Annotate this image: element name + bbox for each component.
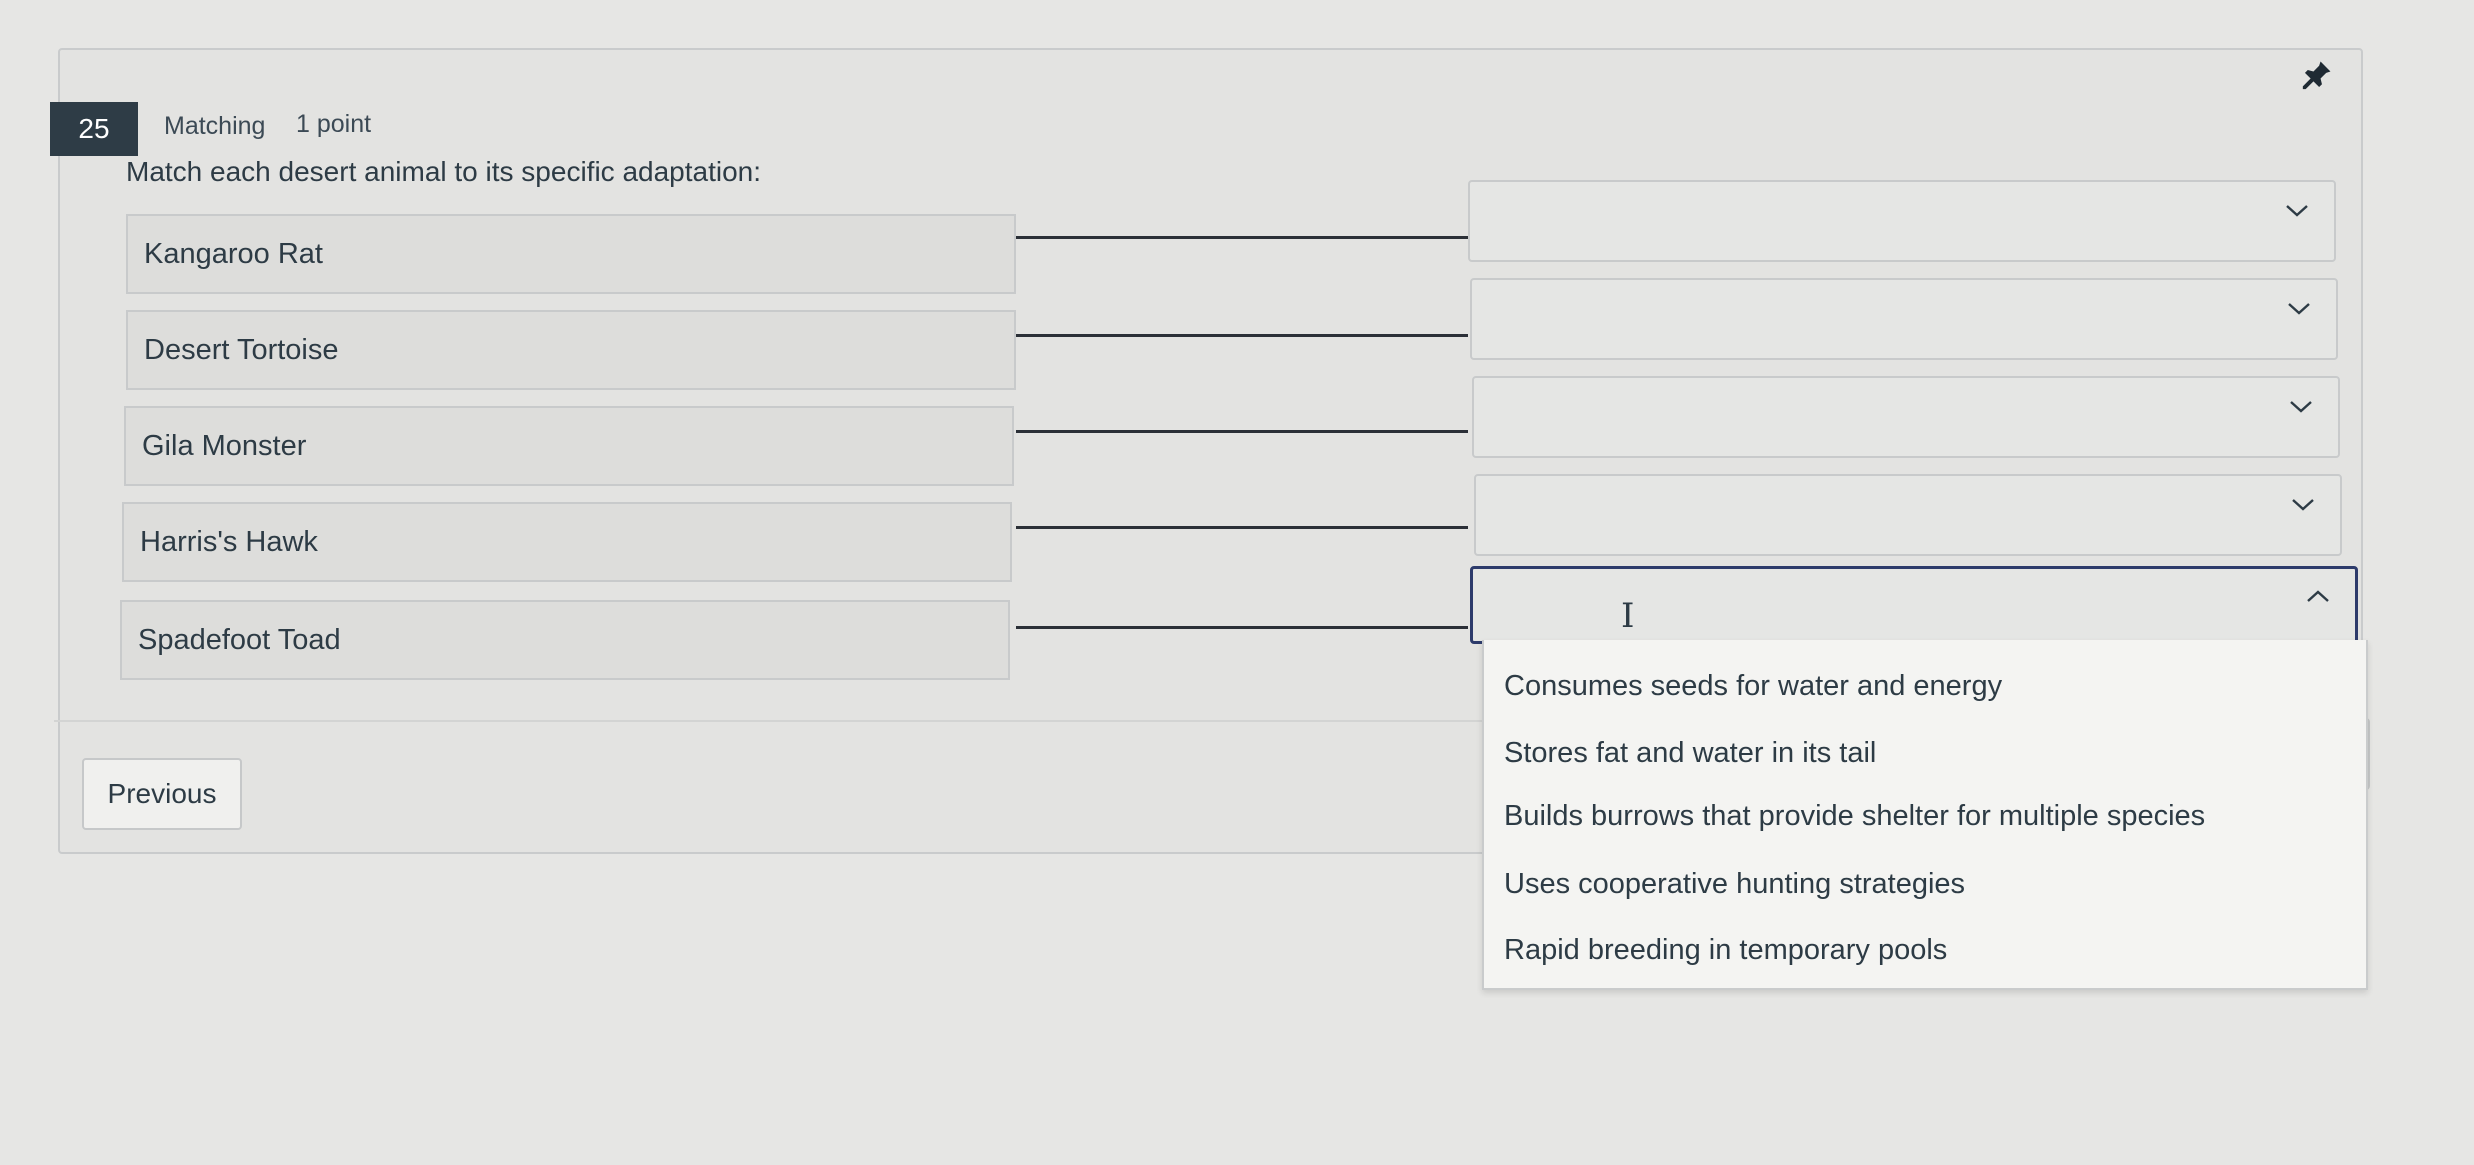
answer-select-spadefoot-toad[interactable]: I <box>1470 566 2358 644</box>
chevron-down-icon <box>2286 205 2308 217</box>
answer-options-listbox: Consumes seeds for water and energy Stor… <box>1482 640 2368 990</box>
question-points: 1 point <box>296 110 372 138</box>
answer-select-gila-monster[interactable] <box>1472 376 2340 458</box>
previous-button[interactable]: Previous <box>82 758 242 830</box>
match-connector <box>1016 236 1468 239</box>
pin-icon[interactable] <box>2300 58 2334 92</box>
answer-select-harris-hawk[interactable] <box>1474 474 2342 556</box>
match-connector <box>1016 526 1468 529</box>
premise-harris-hawk: Harris's Hawk <box>122 502 1012 582</box>
match-connector <box>1016 334 1468 337</box>
option-rapid-breeding[interactable]: Rapid breeding in temporary pools <box>1504 930 1947 970</box>
answer-select-desert-tortoise[interactable] <box>1470 278 2338 360</box>
option-builds-burrows[interactable]: Builds burrows that provide shelter for … <box>1504 796 2205 836</box>
option-stores-fat[interactable]: Stores fat and water in its tail <box>1504 733 1876 773</box>
chevron-up-icon <box>2307 590 2329 602</box>
chevron-down-icon <box>2290 401 2312 413</box>
answer-select-kangaroo-rat[interactable] <box>1468 180 2336 262</box>
option-cooperative-hunting[interactable]: Uses cooperative hunting strategies <box>1504 864 1965 904</box>
premise-gila-monster: Gila Monster <box>124 406 1014 486</box>
text-cursor-icon: I <box>1621 596 1635 636</box>
match-connector <box>1016 430 1468 433</box>
question-prompt: Match each desert animal to its specific… <box>126 156 762 187</box>
question-type: Matching <box>164 112 266 140</box>
match-connector <box>1016 626 1468 629</box>
question-number-badge: 25 <box>50 102 138 156</box>
premise-desert-tortoise: Desert Tortoise <box>126 310 1016 390</box>
premise-spadefoot-toad: Spadefoot Toad <box>120 600 1010 680</box>
premise-kangaroo-rat: Kangaroo Rat <box>126 214 1016 294</box>
chevron-down-icon <box>2288 303 2310 315</box>
option-consumes-seeds[interactable]: Consumes seeds for water and energy <box>1504 666 2002 706</box>
chevron-down-icon <box>2292 499 2314 511</box>
